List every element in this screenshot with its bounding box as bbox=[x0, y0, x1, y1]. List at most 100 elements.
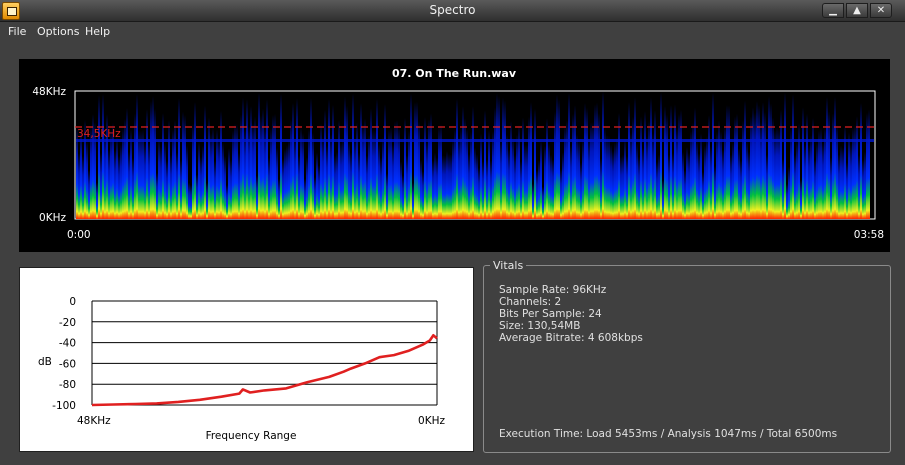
spectrogram-column bbox=[440, 124, 442, 219]
spectrogram-column bbox=[198, 141, 200, 219]
spectrogram-column bbox=[592, 121, 594, 219]
spectrogram-column bbox=[322, 137, 324, 219]
spectrogram-column bbox=[186, 145, 188, 219]
spectrogram-column bbox=[222, 142, 224, 219]
spectrogram-column bbox=[506, 134, 508, 219]
spectrogram-column bbox=[738, 148, 740, 219]
spectrogram-column bbox=[224, 155, 226, 219]
graph-y-tick-label: -40 bbox=[59, 338, 76, 350]
spectrogram-column bbox=[276, 147, 278, 219]
spectrogram-column bbox=[326, 145, 328, 219]
spectrogram-column bbox=[528, 116, 530, 219]
spectrogram-column bbox=[236, 124, 238, 219]
spectrogram-column bbox=[374, 130, 376, 219]
spectrogram-column bbox=[766, 154, 768, 219]
spectrogram-column bbox=[840, 145, 842, 219]
spectrogram-column bbox=[146, 109, 148, 219]
spectrogram-column bbox=[172, 129, 174, 219]
menu-options[interactable]: Options bbox=[37, 25, 79, 38]
spectrogram-column bbox=[588, 137, 590, 219]
spectrogram-column bbox=[182, 111, 184, 219]
spectrogram-column bbox=[736, 113, 738, 219]
spectrogram-column bbox=[556, 94, 558, 219]
spectrogram-column bbox=[758, 105, 760, 219]
spectrogram-column bbox=[690, 131, 692, 219]
spectrogram-column bbox=[402, 175, 404, 219]
spectrogram-column bbox=[534, 108, 536, 219]
spectrogram-column bbox=[808, 144, 810, 219]
close-button[interactable]: ✕ bbox=[870, 3, 892, 18]
menu-help[interactable]: Help bbox=[85, 25, 110, 38]
spectrogram-column bbox=[162, 113, 164, 219]
spectrogram-column bbox=[316, 152, 318, 219]
spectrogram-column bbox=[626, 155, 628, 219]
spectrogram-column bbox=[268, 157, 270, 219]
spectrogram-column bbox=[266, 99, 268, 219]
spectrogram-column bbox=[150, 100, 152, 219]
spectrogram-column bbox=[216, 129, 218, 219]
spectrogram-column bbox=[178, 98, 180, 219]
spectrogram-column bbox=[328, 98, 330, 219]
spectrogram-column bbox=[586, 107, 588, 219]
menu-file[interactable]: File bbox=[8, 25, 26, 38]
spectrogram-column bbox=[458, 136, 460, 219]
spectrogram-column bbox=[416, 101, 418, 219]
spectrogram-column bbox=[612, 150, 614, 219]
spectrogram-column bbox=[258, 92, 260, 219]
spectrogram-column bbox=[338, 119, 340, 219]
spectrogram-column bbox=[662, 180, 664, 219]
spectrogram-column bbox=[782, 159, 784, 219]
spectrogram-column bbox=[762, 102, 764, 219]
spectrogram-column bbox=[594, 104, 596, 219]
spectrogram-column bbox=[454, 129, 456, 219]
spectrogram-column bbox=[634, 97, 636, 219]
maximize-button[interactable]: ▲ bbox=[846, 3, 868, 18]
spectrogram-column bbox=[638, 156, 640, 219]
spectrogram-column bbox=[798, 123, 800, 219]
spectrogram-column bbox=[632, 116, 634, 219]
spectrogram-column bbox=[482, 161, 484, 219]
spectrogram-column bbox=[274, 113, 276, 219]
spectrogram-column bbox=[114, 150, 116, 219]
spectrogram-column bbox=[678, 113, 680, 219]
freq-top-label: 48KHz bbox=[32, 86, 66, 98]
graph-y-axis-label: dB bbox=[38, 356, 52, 368]
spectrogram-column bbox=[348, 141, 350, 219]
spectrogram-column bbox=[692, 122, 694, 219]
spectrogram-column bbox=[436, 157, 438, 219]
spectrogram-column bbox=[608, 136, 610, 219]
spectrogram-column bbox=[780, 109, 782, 219]
spectrogram-column bbox=[200, 156, 202, 219]
spectrogram-column bbox=[518, 124, 520, 219]
spectrogram-column bbox=[652, 133, 654, 219]
spectrogram-column bbox=[252, 123, 254, 219]
spectrogram-column bbox=[498, 95, 500, 219]
minimize-button[interactable]: ▁ bbox=[822, 3, 844, 18]
spectrogram-column bbox=[234, 123, 236, 219]
spectrogram-column bbox=[618, 113, 620, 219]
spectrogram-column bbox=[240, 114, 242, 219]
spectrogram-column bbox=[680, 109, 682, 219]
spectrogram-column bbox=[164, 142, 166, 219]
spectrogram-column bbox=[616, 137, 618, 219]
spectrogram-canvas: 07. On The Run.wav 48KHz 0KHz 0:00 03:58… bbox=[32, 67, 884, 241]
spectrogram-column bbox=[408, 130, 410, 219]
spectrogram-column bbox=[404, 117, 406, 219]
spectrogram-column bbox=[214, 160, 216, 219]
spectrogram-column bbox=[734, 116, 736, 219]
spectrogram-column bbox=[448, 153, 450, 219]
spectrogram-column bbox=[430, 113, 432, 219]
spectrogram-column bbox=[614, 141, 616, 219]
spectrogram-column bbox=[516, 134, 518, 219]
spectrogram-column bbox=[590, 122, 592, 219]
spectrogram-column bbox=[270, 128, 272, 219]
spectrogram-column bbox=[746, 140, 748, 219]
spectrogram-column bbox=[546, 118, 548, 219]
spectrogram-column bbox=[750, 116, 752, 219]
spectrogram-column bbox=[494, 107, 496, 219]
spectrogram-column bbox=[552, 159, 554, 219]
vital-sample-rate: Sample Rate: 96KHz bbox=[499, 284, 607, 296]
spectrogram-column bbox=[194, 102, 196, 219]
spectrogram-column bbox=[572, 113, 574, 219]
spectrogram-column bbox=[602, 91, 604, 219]
